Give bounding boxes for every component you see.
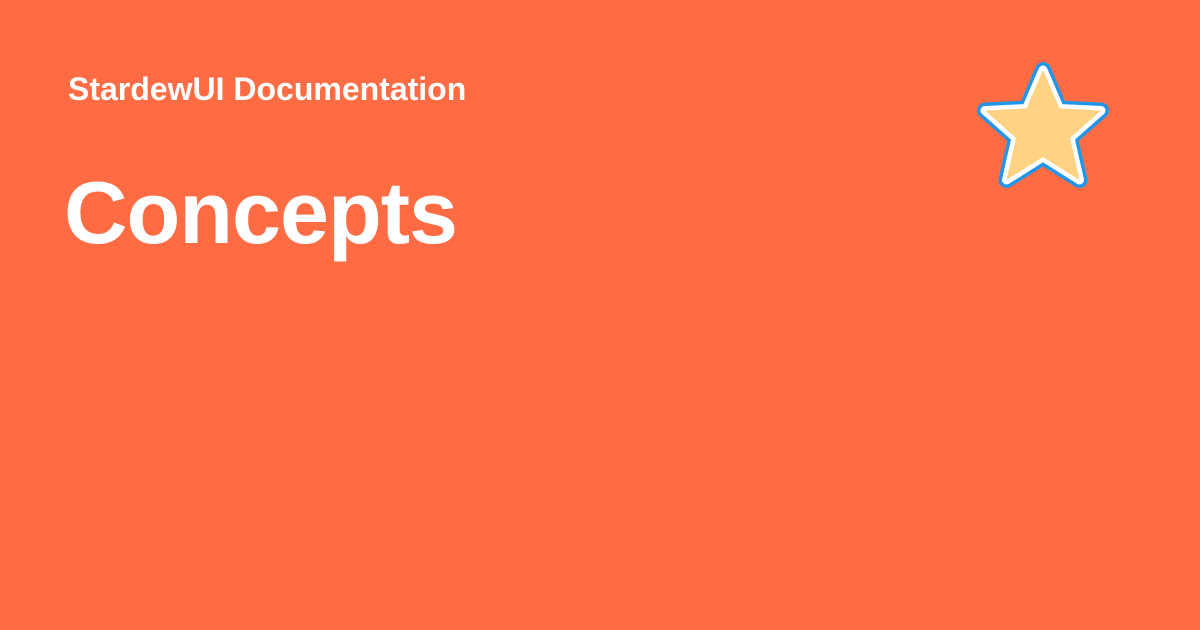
logo — [975, 62, 1115, 202]
site-name: StardewUI Documentation — [68, 71, 467, 107]
star-icon — [977, 62, 1109, 188]
page-title: Concepts — [64, 163, 458, 262]
social-card: StardewUI Documentation Concepts — [0, 0, 1200, 630]
